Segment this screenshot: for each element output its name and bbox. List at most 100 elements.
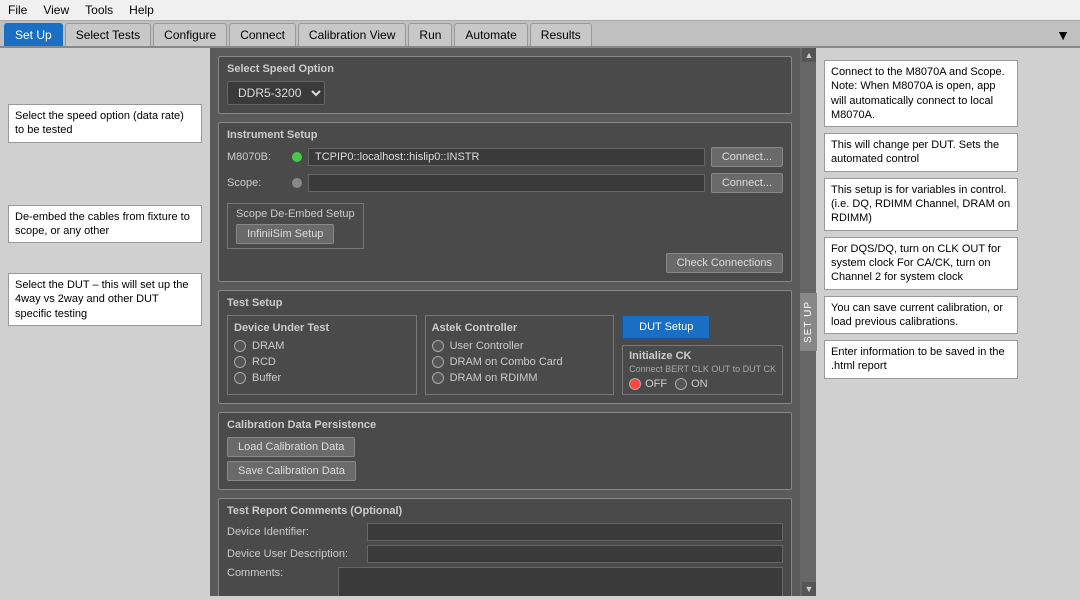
dut-rcd-label: RCD: [252, 356, 276, 368]
m8070b-row: M8070B: Connect...: [227, 147, 783, 167]
de-embed-box: Scope De-Embed Setup InfiniiSim Setup: [227, 203, 364, 249]
test-setup-inner: Device Under Test DRAM RCD: [227, 315, 783, 395]
toggle-row: OFF ON: [629, 378, 776, 390]
save-calibration-button[interactable]: Save Calibration Data: [227, 461, 356, 481]
section-test-setup: Test Setup Device Under Test DRAM RCD: [218, 290, 792, 404]
main-layout: Select the speed option (data rate) to b…: [0, 48, 1080, 596]
menu-tools[interactable]: Tools: [85, 3, 113, 17]
astek-radio-user-circle: [432, 340, 444, 352]
dut-radio-buffer[interactable]: Buffer: [234, 372, 410, 384]
section-instrument-setup: Instrument Setup M8070B: Connect... Scop…: [218, 122, 792, 282]
device-desc-label: Device User Description:: [227, 548, 367, 560]
astek-dram-combo-label: DRAM on Combo Card: [450, 356, 563, 368]
tab-results[interactable]: Results: [530, 23, 592, 46]
annotation-save-calib: You can save current calibration, or loa…: [824, 296, 1018, 335]
left-annotations-panel: Select the speed option (data rate) to b…: [0, 48, 210, 596]
scope-row: Scope: Connect...: [227, 173, 783, 193]
check-connections-button[interactable]: Check Connections: [666, 253, 783, 273]
m8070b-led: [292, 152, 302, 162]
annotation-variables: This setup is for variables in control. …: [824, 178, 1018, 231]
astek-radio-dram-combo-circle: [432, 356, 444, 368]
tab-bar: Set Up Select Tests Configure Connect Ca…: [0, 21, 1080, 48]
check-connections-row: Check Connections: [227, 253, 783, 273]
center-wrapper: Select Speed Option DDR5-3200 Instrument…: [210, 48, 816, 596]
infiniisim-setup-button[interactable]: InfiniiSim Setup: [236, 224, 334, 244]
section-test-title: Test Setup: [227, 297, 783, 309]
device-desc-row: Device User Description:: [227, 545, 783, 563]
dut-radio-dram-circle: [234, 340, 246, 352]
dut-buffer-label: Buffer: [252, 372, 281, 384]
scope-connect-button[interactable]: Connect...: [711, 173, 783, 193]
menu-file[interactable]: File: [8, 3, 27, 17]
astek-user-label: User Controller: [450, 340, 524, 352]
scroll-up-arrow[interactable]: ▲: [802, 48, 816, 62]
tab-automate[interactable]: Automate: [454, 23, 527, 46]
scope-input[interactable]: [308, 174, 705, 192]
astek-dram-rdimm-label: DRAM on RDIMM: [450, 372, 538, 384]
m8070b-connect-button[interactable]: Connect...: [711, 147, 783, 167]
annotation-connect: Connect to the M8070A and Scope. Note: W…: [824, 60, 1018, 127]
right-annotations-panel: Connect to the M8070A and Scope. Note: W…: [816, 48, 1026, 596]
astek-radio-dram-rdimm-circle: [432, 372, 444, 384]
toggle-off[interactable]: OFF: [629, 378, 667, 390]
section-calibration-data: Calibration Data Persistence Load Calibr…: [218, 412, 792, 490]
center-panel: Select Speed Option DDR5-3200 Instrument…: [210, 48, 800, 596]
calib-btns: Load Calibration Data Save Calibration D…: [227, 437, 783, 481]
menu-bar: File View Tools Help: [0, 0, 1080, 21]
toggle-on-label: ON: [691, 378, 708, 390]
calib-title: Calibration Data Persistence: [227, 419, 783, 431]
dut-dram-label: DRAM: [252, 340, 284, 352]
tab-select-tests[interactable]: Select Tests: [65, 23, 151, 46]
section-test-report: Test Report Comments (Optional) Device I…: [218, 498, 792, 596]
tab-calibration-view[interactable]: Calibration View: [298, 23, 407, 46]
comments-row: Comments:: [227, 567, 783, 596]
side-tab[interactable]: SET UP: [800, 293, 817, 351]
astek-box: Astek Controller User Controller DRAM on…: [425, 315, 615, 395]
section-speed-option: Select Speed Option DDR5-3200: [218, 56, 792, 114]
dut-title: Device Under Test: [234, 322, 410, 334]
init-ck-title: Initialize CK: [629, 350, 776, 362]
m8070b-input[interactable]: [308, 148, 705, 166]
scroll-down-arrow[interactable]: ▼: [802, 582, 816, 596]
astek-title: Astek Controller: [432, 322, 608, 334]
device-id-row: Device Identifier:: [227, 523, 783, 541]
dut-setup-button[interactable]: DUT Setup: [622, 315, 710, 339]
comments-label: Comments:: [227, 567, 338, 579]
de-embed-title: Scope De-Embed Setup: [236, 208, 355, 220]
tab-configure[interactable]: Configure: [153, 23, 227, 46]
tab-connect[interactable]: Connect: [229, 23, 296, 46]
dut-radio-rcd[interactable]: RCD: [234, 356, 410, 368]
device-id-input[interactable]: [367, 523, 783, 541]
device-desc-input[interactable]: [367, 545, 783, 563]
astek-radio-dram-combo[interactable]: DRAM on Combo Card: [432, 356, 608, 368]
tab-overflow-arrow[interactable]: ▼: [1050, 27, 1076, 43]
tab-setup[interactable]: Set Up: [4, 23, 63, 46]
astek-radio-user[interactable]: User Controller: [432, 340, 608, 352]
annotation-clk: For DQS/DQ, turn on CLK OUT for system c…: [824, 237, 1018, 290]
dut-radio-rcd-circle: [234, 356, 246, 368]
annotation-report: Enter information to be saved in the .ht…: [824, 340, 1018, 379]
init-ck-sub: Connect BERT CLK OUT to DUT CK: [629, 364, 776, 374]
section-speed-title: Select Speed Option: [227, 63, 783, 75]
comments-textarea[interactable]: [338, 567, 783, 596]
toggle-on[interactable]: ON: [675, 378, 708, 390]
speed-select[interactable]: DDR5-3200: [227, 81, 325, 105]
annotation-deembed: De-embed the cables from fixture to scop…: [8, 205, 202, 244]
annotation-dut: Select the DUT – this will set up the 4w…: [8, 273, 202, 326]
load-calibration-button[interactable]: Load Calibration Data: [227, 437, 355, 457]
menu-help[interactable]: Help: [129, 3, 154, 17]
init-ck-box: Initialize CK Connect BERT CLK OUT to DU…: [622, 345, 783, 395]
toggle-on-led: [675, 378, 687, 390]
toggle-off-led: [629, 378, 641, 390]
toggle-off-label: OFF: [645, 378, 667, 390]
dut-radio-dram[interactable]: DRAM: [234, 340, 410, 352]
m8070b-label: M8070B:: [227, 151, 292, 163]
astek-radio-dram-rdimm[interactable]: DRAM on RDIMM: [432, 372, 608, 384]
test-report-title: Test Report Comments (Optional): [227, 505, 783, 517]
menu-view[interactable]: View: [43, 3, 69, 17]
dut-radio-buffer-circle: [234, 372, 246, 384]
section-instrument-title: Instrument Setup: [227, 129, 783, 141]
annotation-dut-control: This will change per DUT. Sets the autom…: [824, 133, 1018, 172]
scope-label: Scope:: [227, 177, 292, 189]
tab-run[interactable]: Run: [408, 23, 452, 46]
